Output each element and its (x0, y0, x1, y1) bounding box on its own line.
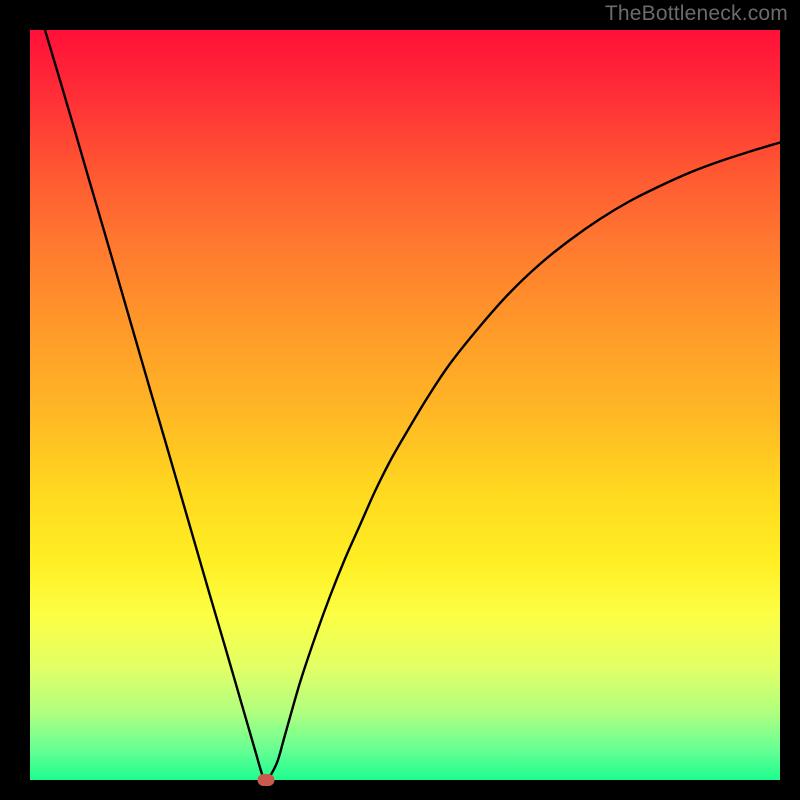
watermark-text: TheBottleneck.com (605, 2, 788, 26)
minimum-marker (258, 774, 275, 786)
chart-plot-area (30, 30, 780, 780)
bottleneck-curve (30, 30, 780, 780)
